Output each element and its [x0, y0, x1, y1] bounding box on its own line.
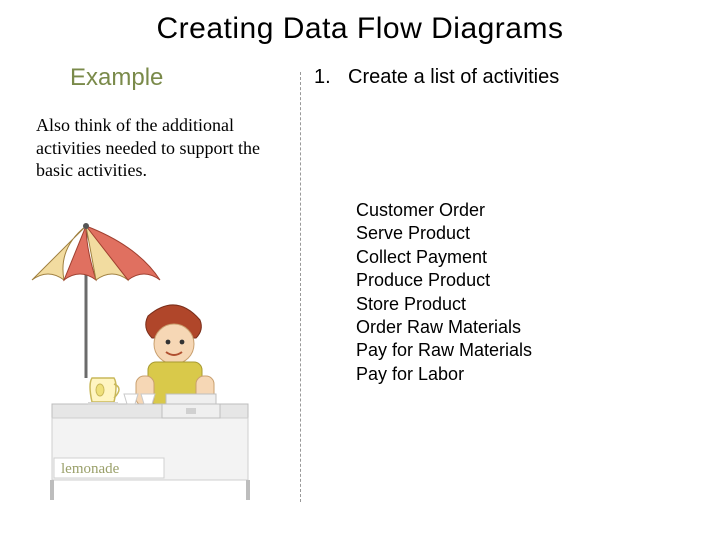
lemonade-stand-illustration: lemonade [28, 218, 280, 502]
right-column: 1. Create a list of activities Customer … [300, 64, 710, 386]
sign-text: lemonade [61, 461, 120, 477]
list-item: Serve Product [356, 222, 710, 245]
lemonade-stand-icon: lemonade [28, 218, 280, 502]
slide-title: Creating Data Flow Diagrams [0, 0, 720, 46]
step-line: 1. Create a list of activities [314, 66, 710, 89]
list-item: Collect Payment [356, 246, 710, 269]
list-item: Order Raw Materials [356, 316, 710, 339]
step-text: Create a list of activities [348, 66, 559, 89]
list-item: Pay for Labor [356, 363, 710, 386]
step-number: 1. [314, 66, 334, 89]
support-text: Also think of the additional activities … [36, 114, 294, 182]
list-item: Store Product [356, 293, 710, 316]
vertical-divider [300, 72, 301, 502]
activity-list: Customer Order Serve Product Collect Pay… [356, 199, 710, 386]
list-item: Pay for Raw Materials [356, 339, 710, 362]
list-item: Produce Product [356, 269, 710, 292]
example-heading: Example [70, 64, 294, 92]
list-item: Customer Order [356, 199, 710, 222]
